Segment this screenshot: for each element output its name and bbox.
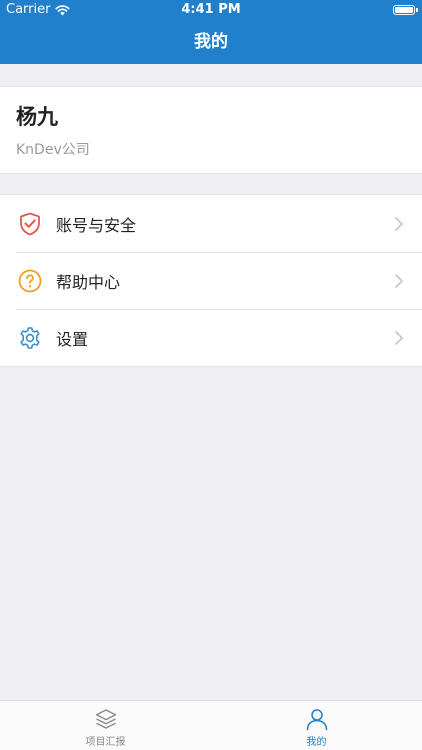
battery-icon: [393, 5, 415, 15]
battery-level: [395, 7, 413, 13]
tab-label-mine: 我的: [306, 737, 327, 748]
tab-project-report[interactable]: 项目汇报: [0, 701, 211, 750]
profile-company: KnDev公司: [16, 142, 90, 158]
menu-label-settings: 设置: [56, 329, 89, 349]
status-bar: Carrier 4:41 PM: [0, 0, 422, 20]
settings-menu: 账号与安全 帮助中心 设置: [0, 194, 422, 367]
menu-item-help-center[interactable]: 帮助中心: [0, 252, 422, 309]
chevron-right-icon: [395, 330, 403, 345]
menu-label-help-center: 帮助中心: [56, 272, 121, 292]
profile-name: 杨九: [16, 105, 58, 129]
tab-mine[interactable]: 我的: [211, 701, 422, 750]
menu-label-account-security: 账号与安全: [56, 215, 137, 235]
menu-item-account-security[interactable]: 账号与安全: [0, 195, 422, 252]
tab-label-project-report: 项目汇报: [85, 737, 126, 748]
help-circle-icon: [18, 269, 42, 293]
menu-item-settings[interactable]: 设置: [0, 309, 422, 366]
chevron-right-icon: [395, 273, 403, 288]
battery-tip: [416, 8, 418, 12]
tab-bar: 项目汇报 我的: [0, 700, 422, 750]
layers-icon: [95, 709, 116, 729]
chevron-right-icon: [395, 216, 403, 231]
profile-card[interactable]: 杨九 KnDev公司: [0, 86, 422, 174]
gear-icon: [18, 326, 42, 350]
shield-check-icon: [18, 212, 42, 236]
user-icon: [306, 709, 327, 731]
navigation-header: Carrier 4:41 PM 我的: [0, 0, 422, 64]
page-title: 我的: [194, 32, 228, 52]
status-time: 4:41 PM: [181, 2, 241, 17]
